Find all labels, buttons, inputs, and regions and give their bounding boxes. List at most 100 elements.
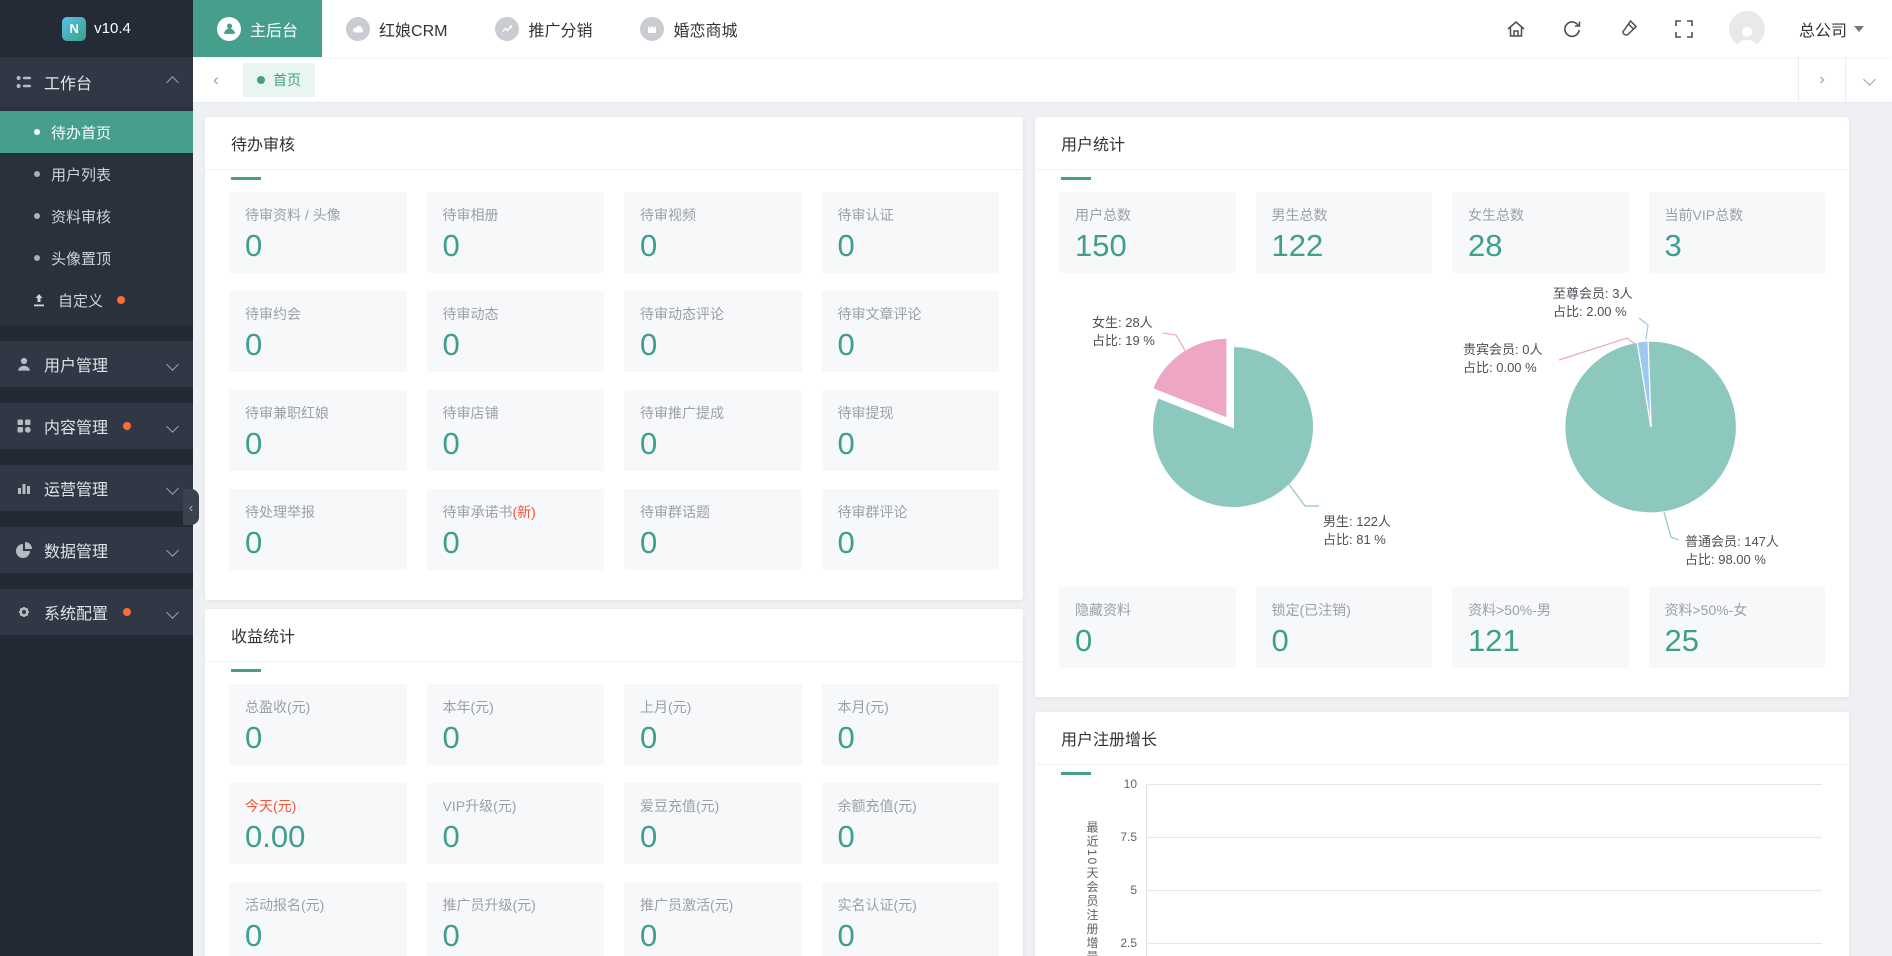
- stat-tile: 当前VIP总数 3: [1649, 192, 1826, 273]
- stat-value: 0: [1075, 623, 1220, 659]
- sidebar-item-operations-management[interactable]: 运营管理: [0, 465, 193, 511]
- bullet-icon: [34, 171, 40, 177]
- stat-label: 锁定(已注销): [1272, 600, 1417, 620]
- sidebar-item-system-config[interactable]: 系统配置: [0, 589, 193, 635]
- tags-menu-icon[interactable]: [1845, 57, 1892, 102]
- revenue-grid: 总盈收(元) 0 本年(元) 0 上月(元) 0 本月(元) 0: [205, 662, 1023, 956]
- stat-tile: 待审资料 / 头像 0: [229, 192, 407, 273]
- promotion-icon: [495, 17, 519, 41]
- sidebar-item-content-management[interactable]: 内容管理: [0, 403, 193, 449]
- stat-label: 推广员激活(元): [640, 895, 786, 915]
- stat-value: 25: [1665, 623, 1810, 659]
- sidebar-item-label: 自定义: [58, 290, 103, 311]
- stat-tile: 锁定(已注销) 0: [1256, 587, 1433, 668]
- gridline: [1146, 837, 1822, 838]
- stat-value: 0: [443, 720, 589, 756]
- company-dropdown[interactable]: 总公司: [1799, 17, 1864, 41]
- card-title: 用户统计: [1035, 117, 1849, 170]
- gridline: [1146, 890, 1822, 891]
- sidebar-item-custom[interactable]: 自定义: [0, 279, 193, 321]
- tab-matchmaker-crm[interactable]: 红娘CRM: [322, 0, 471, 57]
- pie-label-vip: 贵宾会员: 0人 占比: 0.00 %: [1463, 341, 1542, 377]
- sidebar-item-data-management[interactable]: 数据管理: [0, 527, 193, 573]
- bullet-icon: [34, 213, 40, 219]
- stat-tile: 待审群评论 0: [822, 489, 1000, 570]
- tags-scroll-left-icon[interactable]: ‹: [193, 57, 239, 102]
- stat-tile: 待审店铺 0: [427, 390, 605, 471]
- stat-tile: 待审提现 0: [822, 390, 1000, 471]
- stat-label: 待审约会: [245, 304, 391, 324]
- sidebar-item-label: 系统配置: [44, 600, 108, 624]
- tab-promotion[interactable]: 推广分销: [471, 0, 616, 57]
- stat-value: 0: [443, 327, 589, 363]
- sidebar-item-user-list[interactable]: 用户列表: [0, 153, 193, 195]
- stat-label: 待审视频: [640, 205, 786, 225]
- pie-label-normal: 普通会员: 147人 占比: 98.00 %: [1685, 533, 1779, 569]
- stat-tile: 资料>50%-男 121: [1452, 587, 1629, 668]
- stat-tile: 推广员激活(元) 0: [624, 882, 802, 956]
- user-stats-bottom-grid: 隐藏资料 0 锁定(已注销) 0 资料>50%-男 121 资料>50%-女 2…: [1035, 573, 1849, 668]
- chevron-down-icon: [166, 606, 179, 619]
- stat-value: 0: [1272, 623, 1417, 659]
- refresh-icon[interactable]: [1561, 18, 1583, 40]
- stat-label: 待审文章评论: [838, 304, 984, 324]
- sidebar-item-todo-home[interactable]: 待办首页: [0, 111, 193, 153]
- sidebar-item-avatar-pin[interactable]: 头像置顶: [0, 237, 193, 279]
- stat-tile: 用户总数 150: [1059, 192, 1236, 273]
- stat-label: 用户总数: [1075, 205, 1220, 225]
- bar-chart-icon: [16, 480, 32, 496]
- stat-tile: 男生总数 122: [1256, 192, 1433, 273]
- logo-icon: N: [62, 17, 86, 41]
- stat-value: 0: [245, 720, 391, 756]
- stat-value: 121: [1468, 623, 1613, 659]
- fullscreen-icon[interactable]: [1673, 18, 1695, 40]
- sidebar-item-label: 用户管理: [44, 352, 108, 376]
- theme-brush-icon[interactable]: [1617, 18, 1639, 40]
- chevron-down-icon: [166, 482, 179, 495]
- stat-label: 待审店铺: [443, 403, 589, 423]
- growth-line-chart: 最近10天会员注册增量 10 7.5 5 2.5: [1035, 765, 1849, 956]
- tags-scroll-right-icon[interactable]: ›: [1798, 57, 1845, 102]
- sidebar-item-label: 用户列表: [51, 164, 111, 185]
- stat-value: 150: [1075, 228, 1220, 264]
- stat-label: 本年(元): [443, 697, 589, 717]
- y-axis-line: [1146, 784, 1147, 956]
- stat-value: 0: [443, 426, 589, 462]
- gridline: [1146, 943, 1822, 944]
- stat-label: 待审动态评论: [640, 304, 786, 324]
- sidebar-item-user-management[interactable]: 用户管理: [0, 341, 193, 387]
- sidebar-item-profile-review[interactable]: 资料审核: [0, 195, 193, 237]
- stat-tile: 今天(元) 0.00: [229, 783, 407, 864]
- workbench-icon: [16, 74, 32, 90]
- stat-value: 0: [838, 918, 984, 954]
- tab-main-backend[interactable]: 主后台: [193, 0, 322, 57]
- stat-tile: 待审兼职红娘 0: [229, 390, 407, 471]
- stat-label: 待审群评论: [838, 502, 984, 522]
- gridline: [1146, 784, 1822, 785]
- stat-value: 0: [838, 720, 984, 756]
- mall-icon: [640, 17, 664, 41]
- sidebar-collapse-handle[interactable]: ‹: [183, 489, 199, 525]
- crm-icon: [346, 17, 370, 41]
- user-stats-card: 用户统计 用户总数 150 男生总数 122 女生总数 28: [1035, 117, 1849, 697]
- tab-marriage-mall[interactable]: 婚恋商城: [616, 0, 761, 57]
- stat-label: 待审相册: [443, 205, 589, 225]
- stat-value: 0: [245, 426, 391, 462]
- stat-label: 总盈收(元): [245, 697, 391, 717]
- sidebar-item-label: 运营管理: [44, 476, 108, 500]
- avatar[interactable]: [1729, 11, 1765, 47]
- card-title: 用户注册增长: [1035, 712, 1849, 765]
- sidebar-item-label: 数据管理: [44, 538, 108, 562]
- revenue-stats-card: 收益统计 总盈收(元) 0 本年(元) 0 上月(元) 0: [205, 609, 1023, 956]
- chevron-up-icon: [166, 76, 179, 89]
- stat-label: 当前VIP总数: [1665, 205, 1810, 225]
- stat-label: 活动报名(元): [245, 895, 391, 915]
- sidebar-item-workbench[interactable]: 工作台: [0, 57, 193, 107]
- home-icon[interactable]: [1505, 18, 1527, 40]
- tag-home[interactable]: 首页: [243, 63, 315, 97]
- bullet-icon: [34, 129, 40, 135]
- user-growth-card: 用户注册增长 最近10天会员注册增量 10 7.5 5 2.5: [1035, 712, 1849, 956]
- pie-charts-zone: 女生: 28人 占比: 19 % 男生: 122人 占比: 81 % 至尊会员:…: [1035, 273, 1849, 573]
- pie-label-supreme: 至尊会员: 3人 占比: 2.00 %: [1553, 285, 1632, 321]
- stat-value: 28: [1468, 228, 1613, 264]
